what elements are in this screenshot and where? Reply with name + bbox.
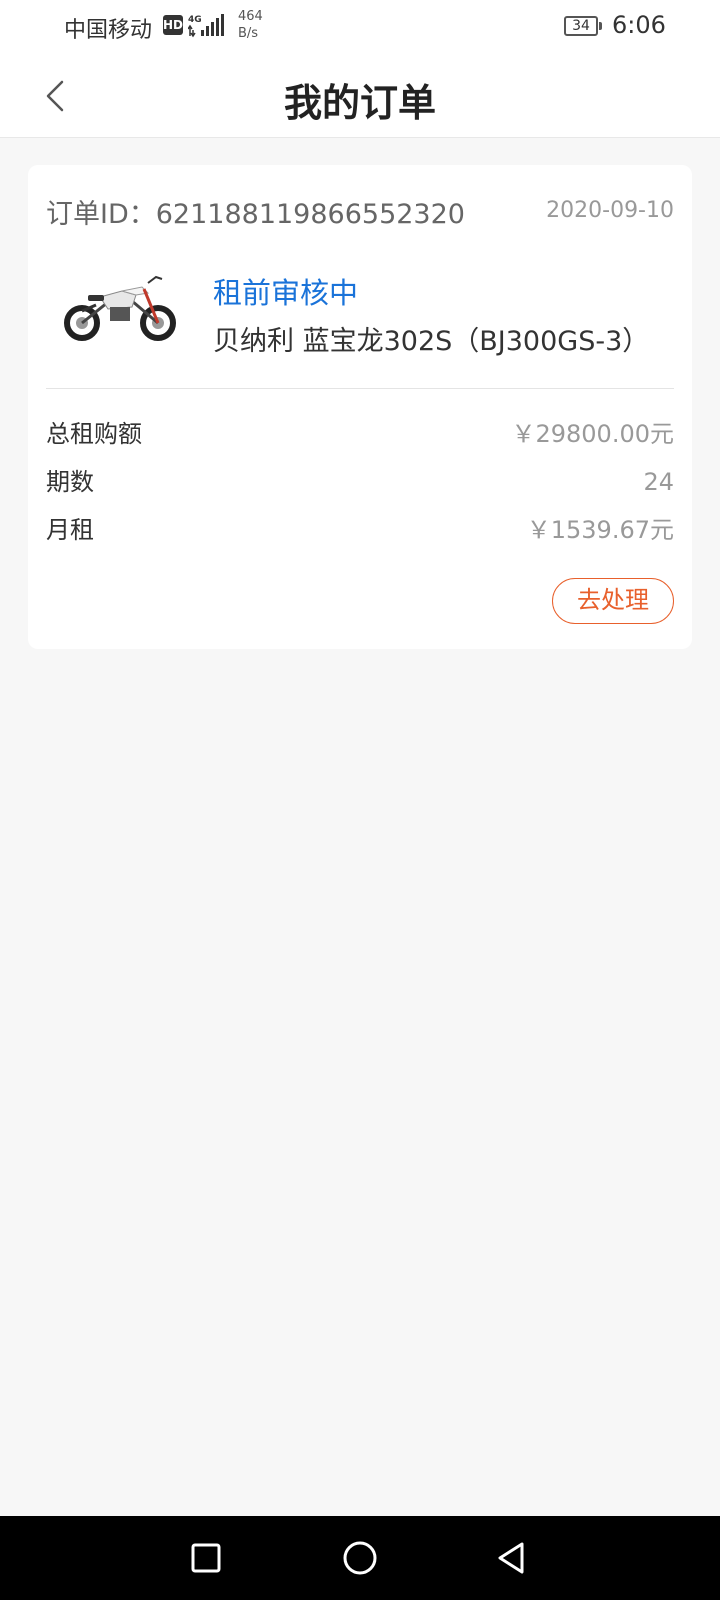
order-status: 租前审核中	[213, 276, 359, 310]
total-amount-row: 总租购额 ￥29800.00元	[46, 417, 674, 451]
network-speed-value: 464	[238, 9, 263, 24]
order-date: 2020-09-10	[546, 198, 674, 223]
network-speed-unit: B/s	[238, 26, 259, 41]
order-card[interactable]: 订单ID：621188119866552320 2020-09-10 租前审核中…	[28, 165, 692, 649]
process-order-button[interactable]: 去处理	[552, 578, 674, 624]
monthly-rent-row: 月租 ￥1539.67元	[46, 513, 674, 547]
navigation-bar: 我的订单	[0, 52, 720, 138]
total-amount-value: ￥29800.00元	[511, 420, 674, 448]
svg-text:4G: 4G	[188, 15, 202, 25]
product-name: 贝纳利 蓝宝龙302S（BJ300GS-3）	[213, 326, 650, 357]
hd-icon: HD	[163, 15, 183, 35]
terms-row: 期数 24	[46, 465, 674, 499]
motorcycle-image	[64, 275, 176, 341]
system-navigation-bar	[0, 1516, 720, 1600]
status-bar: 中国移动 HD 4G 464 B/s 34 6:06	[0, 0, 720, 52]
square-icon[interactable]	[186, 1538, 226, 1578]
triangle-left-icon[interactable]	[492, 1538, 532, 1578]
divider	[46, 388, 674, 389]
order-id: 订单ID：621188119866552320	[46, 199, 465, 230]
terms-value: 24	[643, 468, 674, 496]
carrier-name: 中国移动	[64, 18, 153, 43]
monthly-rent-label: 月租	[46, 516, 94, 544]
circle-icon[interactable]	[340, 1538, 380, 1578]
clock: 6:06	[612, 11, 666, 39]
battery-icon: 34	[564, 16, 602, 36]
page-title: 我的订单	[283, 81, 436, 125]
signal-icon: 4G	[188, 14, 224, 38]
network-speed: 464 B/s	[238, 8, 263, 42]
total-amount-label: 总租购额	[46, 420, 142, 448]
monthly-rent-value: ￥1539.67元	[526, 516, 674, 544]
terms-label: 期数	[46, 468, 94, 496]
